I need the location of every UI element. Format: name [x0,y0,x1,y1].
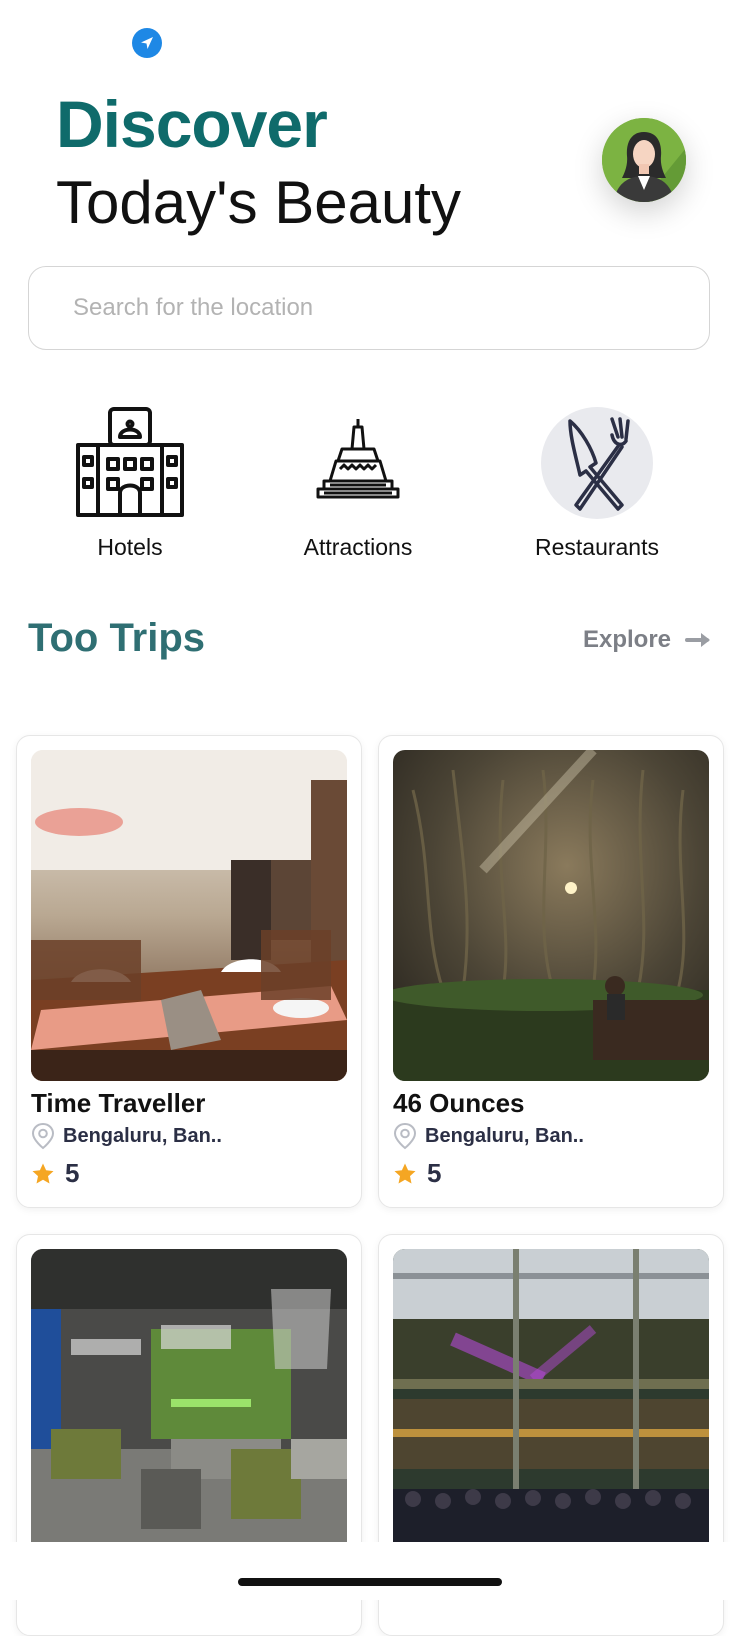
category-label: Hotels [97,534,163,560]
trip-location: Bengaluru, Ban.. [31,1122,222,1150]
category-hotels[interactable]: Hotels [40,404,220,561]
trip-rating-value: 5 [427,1158,442,1188]
trip-card[interactable]: Time Traveller Bengaluru, Ban.. 5 [16,735,362,1208]
category-label: Restaurants [534,534,659,560]
fork-knife-icon [541,407,653,519]
trip-name: 46 Ounces [393,1088,525,1118]
hotel-icon [40,404,220,522]
map-pin-icon [393,1122,417,1150]
search-field[interactable] [28,266,710,350]
map-pin-icon [31,1122,55,1150]
explore-link[interactable]: Explore [583,626,713,654]
search-input[interactable] [29,267,709,349]
trip-name: Time Traveller [31,1088,206,1118]
location-arrow-icon[interactable] [132,28,162,58]
home-indicator[interactable] [238,1578,502,1586]
trip-location-text: Bengaluru, Ban.. [63,1124,222,1147]
stupa-icon [268,404,448,522]
trip-photo [31,1249,347,1580]
trip-photo [393,1249,709,1580]
star-icon [32,1163,54,1183]
star-icon [394,1163,416,1183]
trip-rating: 5 [393,1158,441,1189]
trip-rating-value: 5 [65,1158,80,1188]
explore-label: Explore [583,626,672,653]
bottom-safe-area [0,1542,740,1600]
section-title: Too Trips [28,616,206,660]
trip-photo [393,750,709,1081]
page-subtitle: Today's Beauty [56,169,462,236]
avatar[interactable] [602,118,686,202]
page-title: Discover [56,87,328,161]
category-attractions[interactable]: Attractions [268,404,448,561]
trip-rating: 5 [31,1158,79,1189]
trip-location-text: Bengaluru, Ban.. [425,1124,584,1147]
trip-photo [31,750,347,1081]
trip-location: Bengaluru, Ban.. [393,1122,584,1150]
category-restaurants[interactable]: Restaurants [507,404,687,561]
category-label: Attractions [303,534,413,560]
trip-card[interactable]: 46 Ounces Bengaluru, Ban.. 5 [378,735,724,1208]
arrow-right-icon [685,633,711,647]
